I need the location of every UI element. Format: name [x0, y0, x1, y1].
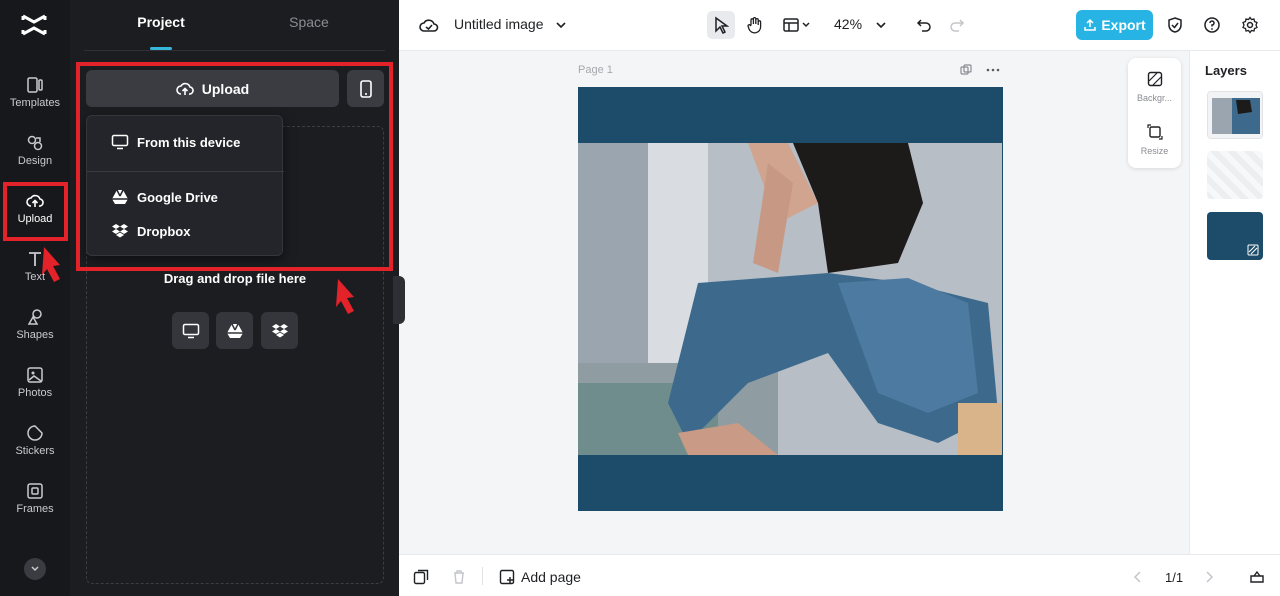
photo-woman-jeans	[578, 143, 1002, 455]
help-button[interactable]	[1200, 13, 1224, 37]
page-label: Page 1	[578, 64, 613, 76]
panel-collapse-handle[interactable]	[393, 276, 405, 324]
layers-title: Layers	[1205, 63, 1247, 78]
zoom-level[interactable]: 42%	[834, 16, 862, 32]
annotation-arrow-icon	[336, 279, 354, 314]
shield-button[interactable]	[1163, 13, 1187, 37]
layout-icon	[783, 18, 799, 32]
rail-item-shapes[interactable]: Shapes	[0, 308, 70, 364]
export-button[interactable]: Export	[1076, 10, 1153, 40]
background-tool-label[interactable]: Backgr...	[1128, 93, 1181, 103]
redo-icon	[950, 19, 965, 32]
add-page-label: Add page	[521, 569, 581, 585]
from-device-button[interactable]	[172, 312, 209, 349]
google-drive-icon	[226, 323, 243, 338]
undo-icon	[916, 19, 931, 32]
chevron-down-icon[interactable]	[799, 13, 813, 37]
chevron-down-icon	[31, 566, 39, 572]
background-lock-icon	[1247, 244, 1259, 256]
top-bar: Untitled image 42% Export	[399, 0, 1280, 51]
chevron-down-icon[interactable]	[869, 13, 893, 37]
settings-button[interactable]	[1238, 13, 1262, 37]
canvas-photo[interactable]	[578, 143, 1002, 455]
export-icon	[1084, 18, 1097, 31]
templates-icon	[27, 77, 43, 93]
prev-page-icon[interactable]	[1133, 571, 1143, 583]
annotation-highlight-menu	[76, 62, 393, 271]
rail-item-templates[interactable]: Templates	[0, 76, 70, 132]
select-tool-button[interactable]	[707, 11, 735, 39]
rail-item-photos[interactable]: Photos	[0, 366, 70, 422]
rail-expand-button[interactable]	[24, 558, 46, 580]
annotation-arrow-icon	[42, 247, 60, 282]
background-icon[interactable]	[1147, 71, 1163, 87]
rail-label: Templates	[9, 97, 61, 109]
stickers-icon	[27, 425, 43, 441]
google-drive-button[interactable]	[216, 312, 253, 349]
help-icon	[1204, 17, 1220, 33]
bottom-bar: Add page 1/1	[399, 554, 1280, 596]
divider	[84, 50, 385, 51]
canvas-side-tools: Backgr... Resize	[1128, 58, 1181, 168]
add-page-icon	[499, 569, 515, 585]
tab-project[interactable]: Project	[86, 0, 236, 50]
layer-background[interactable]	[1207, 212, 1263, 260]
rail-label: Photos	[17, 387, 53, 399]
next-page-icon[interactable]	[1204, 571, 1214, 583]
more-options-icon[interactable]	[986, 68, 1000, 72]
document-title[interactable]: Untitled image	[454, 16, 544, 32]
add-page-button[interactable]: Add page	[499, 569, 581, 585]
cursor-icon	[715, 16, 729, 34]
rail-label: Stickers	[15, 445, 55, 457]
layer-photo[interactable]	[1207, 91, 1263, 139]
rail-label: Shapes	[16, 329, 54, 341]
dropbox-button[interactable]	[261, 312, 298, 349]
rail-label: Design	[17, 155, 53, 167]
annotation-highlight-upload	[3, 182, 68, 241]
rail-item-stickers[interactable]: Stickers	[0, 424, 70, 480]
rail-label: Frames	[16, 503, 54, 515]
dropbox-icon	[271, 323, 288, 337]
redo-button[interactable]	[945, 13, 969, 37]
left-rail: Templates Design Upload Text Shapes Phot…	[0, 0, 70, 596]
trash-icon[interactable]	[451, 569, 467, 585]
monitor-icon	[182, 323, 199, 338]
rail-item-frames[interactable]: Frames	[0, 482, 70, 538]
export-label: Export	[1101, 17, 1146, 33]
cloud-save-icon[interactable]	[417, 13, 441, 37]
chevron-down-icon[interactable]	[549, 13, 573, 37]
resize-tool-label[interactable]: Resize	[1128, 146, 1181, 156]
hand-icon	[747, 17, 762, 34]
undo-button[interactable]	[912, 13, 936, 37]
divider	[482, 567, 483, 585]
capcut-logo	[21, 14, 47, 36]
page-manager-icon[interactable]	[413, 569, 429, 585]
shield-icon	[1168, 17, 1182, 33]
collapse-panel-icon[interactable]	[1249, 568, 1265, 584]
duplicate-page-icon[interactable]	[960, 64, 972, 76]
photos-icon	[27, 367, 43, 383]
design-icon	[27, 135, 43, 151]
resize-icon[interactable]	[1147, 124, 1163, 140]
shapes-icon	[27, 309, 42, 325]
gear-icon	[1242, 16, 1258, 34]
hand-tool-button[interactable]	[743, 13, 767, 37]
tab-space[interactable]: Space	[234, 0, 384, 50]
page-counter: 1/1	[1165, 570, 1184, 585]
frames-icon	[27, 483, 43, 499]
layers-panel: Layers	[1189, 51, 1280, 554]
layer-transparent[interactable]	[1207, 151, 1263, 199]
